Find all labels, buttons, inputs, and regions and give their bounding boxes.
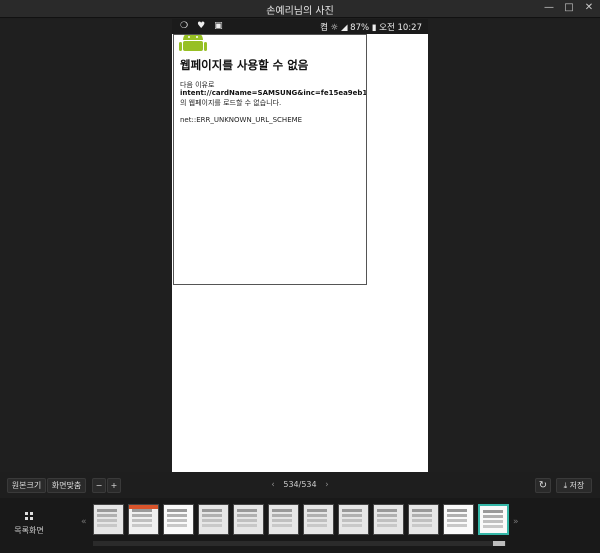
photo-image: ❍ ♥ ▣ 켬 ☼ ◢ 87% ▮ 오전 10:27 웹페이지를 사용할 수 없… xyxy=(172,19,428,472)
thumbnail[interactable] xyxy=(163,504,194,535)
thumbnail-content xyxy=(307,509,327,512)
error-title: 웹페이지를 사용할 수 없음 xyxy=(180,58,309,72)
rotate-button[interactable]: ↻ xyxy=(535,478,551,493)
fit-screen-button[interactable]: 화면맞춤 xyxy=(47,478,86,493)
scrollbar-thumb[interactable] xyxy=(493,541,505,546)
thumbnail[interactable] xyxy=(233,504,264,535)
image-icon: ▣ xyxy=(214,21,223,31)
list-view-label: 목록화면 xyxy=(14,526,44,535)
maximize-button[interactable]: □ xyxy=(564,2,574,14)
thumbnail-content xyxy=(237,509,257,512)
thumbnail-scrollbar[interactable] xyxy=(93,541,506,546)
rotate-icon: ↻ xyxy=(538,480,548,491)
save-button[interactable]: ⤓ 저장 xyxy=(556,478,592,493)
next-photo-button[interactable]: › xyxy=(325,480,329,490)
thumbnail-content xyxy=(132,509,152,512)
heart-icon: ♥ xyxy=(197,21,206,31)
thumbnail[interactable] xyxy=(128,504,159,535)
pager: ‹ 534/534 › xyxy=(270,480,330,490)
phone-status-bar: ❍ ♥ ▣ 켬 ☼ ◢ 87% ▮ 오전 10:27 xyxy=(172,19,428,34)
thumbnail-content xyxy=(412,509,432,512)
strip-next-button[interactable]: » xyxy=(513,517,519,527)
thumbnail-content xyxy=(483,510,503,513)
status-right: 켬 ☼ ◢ 87% ▮ 오전 10:27 xyxy=(320,23,422,33)
window-controls: — □ ✕ xyxy=(544,2,594,14)
thumbnail[interactable] xyxy=(443,504,474,535)
viewer-toolbar: 원본크기 화면맞춤 − + ‹ 534/534 › ↻ ⤓ 저장 xyxy=(0,474,600,498)
thumbnail[interactable] xyxy=(93,504,124,535)
thumbnail-content xyxy=(97,509,117,512)
thumbnail[interactable] xyxy=(478,504,509,535)
error-url: intent://cardName=SAMSUNG&inc=fe15ea9eb1… xyxy=(180,89,367,97)
thumbnail[interactable] xyxy=(303,504,334,535)
close-button[interactable]: ✕ xyxy=(584,2,594,14)
thumbnail[interactable] xyxy=(338,504,369,535)
thumbnail-content xyxy=(202,509,222,512)
thumbnail-content xyxy=(342,509,362,512)
photo-viewer: ❍ ♥ ▣ 켬 ☼ ◢ 87% ▮ 오전 10:27 웹페이지를 사용할 수 없… xyxy=(0,19,600,472)
thumbnail-content xyxy=(272,509,292,512)
error-description: 의 웹페이지를 로드할 수 없습니다. xyxy=(180,99,282,107)
thumbnail[interactable] xyxy=(408,504,439,535)
thumbnail-strip: 목록화면 « » xyxy=(0,498,600,553)
zoom-in-button[interactable]: + xyxy=(107,478,121,493)
window-title: 손예리님의 사진 xyxy=(266,6,334,17)
title-bar: 손예리님의 사진 — □ ✕ xyxy=(0,0,600,18)
thumbnail[interactable] xyxy=(198,504,229,535)
minimize-button[interactable]: — xyxy=(544,2,554,14)
notification-icon: ❍ xyxy=(180,21,189,31)
page-counter: 534/534 xyxy=(283,480,317,489)
strip-prev-button[interactable]: « xyxy=(81,517,87,527)
thumbnail-list xyxy=(93,504,509,535)
android-logo-icon xyxy=(179,35,207,51)
list-view-button[interactable]: 목록화면 xyxy=(10,512,48,536)
thumbnail-content xyxy=(447,509,467,512)
save-label: 저장 xyxy=(569,481,585,490)
thumbnail-content xyxy=(167,509,187,512)
webview-frame: 웹페이지를 사용할 수 없음 다음 이유로 intent://cardName=… xyxy=(173,34,367,285)
download-icon: ⤓ xyxy=(563,481,568,490)
thumbnail[interactable] xyxy=(373,504,404,535)
thumbnail-content xyxy=(377,509,397,512)
zoom-out-button[interactable]: − xyxy=(92,478,106,493)
grid-icon xyxy=(25,512,33,520)
original-size-button[interactable]: 원본크기 xyxy=(7,478,46,493)
prev-photo-button[interactable]: ‹ xyxy=(271,480,275,490)
error-code: net::ERR_UNKNOWN_URL_SCHEME xyxy=(180,116,303,124)
thumbnail[interactable] xyxy=(268,504,299,535)
